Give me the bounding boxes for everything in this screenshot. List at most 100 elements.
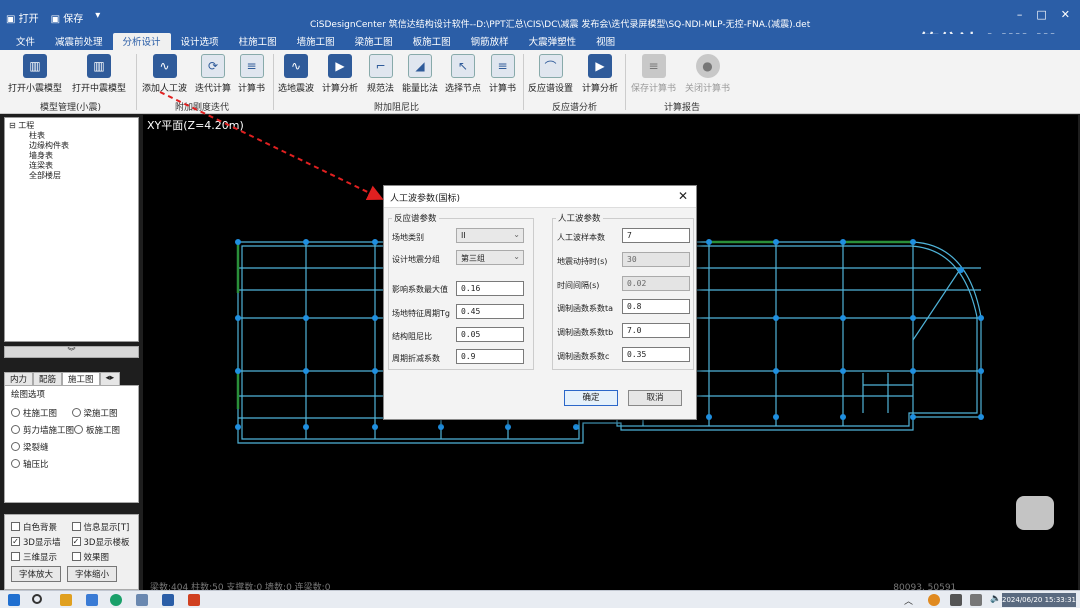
radio-beam-drawing[interactable]: 梁施工图 [71,407,133,419]
tab-rebar-layout[interactable]: 钢筋放样 [461,33,519,50]
tree-item[interactable]: 墙身表 [9,151,134,161]
sample-count-input[interactable]: 7 [622,228,690,243]
tab-internal-force[interactable]: 内力 [4,372,34,385]
compute-analysis-button-2[interactable]: ▶ 计算分析 [582,54,618,94]
tab-analysis-design[interactable]: 分析设计 [112,33,171,50]
tree-item[interactable]: 连梁表 [9,161,134,171]
file-explorer-icon[interactable] [60,594,72,606]
font-enlarge-button[interactable]: 字体放大 [11,566,62,582]
spectrum-settings-button[interactable]: ⌒ 反应谱设置 [528,54,573,94]
volume-icon[interactable]: 🔈 [990,594,1002,606]
checkbox-render[interactable]: 效果图 [71,551,133,563]
save-quick-button[interactable]: ▣ 保存 [51,10,84,25]
tab-file[interactable]: 文件 [6,33,45,50]
ribbon: ▥ 打开小震模型 ▥ 打开中震模型 模型管理(小震) ∿ 添加人工波 ⟳ 迭代计算 ≡ 计… [0,50,1080,114]
tray-app-icon[interactable] [928,594,940,606]
tab-view[interactable]: 视图 [586,33,625,50]
code-method-button[interactable]: ⌐ 规范法 [367,54,394,94]
tray-chevron-icon[interactable]: ︿ [904,594,916,607]
tree-item[interactable]: 柱表 [9,131,134,141]
edge-icon[interactable] [110,594,122,606]
checkbox-3d-view[interactable]: 三维显示 [11,551,72,563]
design-group-select[interactable]: 第三组 ⌄ [456,250,524,265]
alpha-max-label: 影响系数最大值 [392,285,448,294]
time-step-input[interactable]: 0.02 [622,276,690,291]
coef-ta-input[interactable]: 0.8 [622,299,690,314]
font-shrink-button[interactable]: 字体缩小 [67,566,118,582]
cisdesign-app-icon[interactable] [162,594,174,606]
cancel-button[interactable]: 取消 [628,390,682,406]
radio-axial-ratio[interactable]: 轴压比 [11,458,81,470]
tab-construction-drawing[interactable]: 施工图 [62,372,100,385]
tab-scroll-arrows[interactable]: ◂▸ [99,372,121,385]
site-category-select[interactable]: II ⌄ [456,228,524,243]
quick-access-dropdown-icon[interactable]: ▾ [95,10,100,25]
radio-slab-drawing[interactable]: 板施工图 [74,424,132,436]
tab-design-options[interactable]: 设计选项 [171,33,229,50]
coef-tb-label: 调制函数系数tb [557,328,614,337]
iterate-compute-button[interactable]: ⟳ 迭代计算 [195,54,231,94]
checkbox-info-display[interactable]: 信息显示[T] [71,521,133,533]
tab-reinforcement[interactable]: 配筋 [33,372,63,385]
clock[interactable]: 2024/06/20 15:33:31 [1002,593,1076,607]
mail-icon[interactable] [86,594,98,606]
dialog-close-icon[interactable]: ✕ [678,189,688,203]
close-icon[interactable]: ✕ [1061,8,1070,21]
ok-button[interactable]: 确定 [564,390,618,406]
coef-ta-label: 调制函数系数ta [557,304,614,313]
radio-column-drawing[interactable]: 柱施工图 [11,407,72,419]
radio-beam-crack[interactable]: 梁裂缝 [11,441,81,453]
ribbon-separator [136,54,137,110]
powerpoint-icon[interactable] [188,594,200,606]
duration-label: 地震动持时(s) [557,257,608,266]
radio-shearwall-drawing[interactable]: 剪力墙施工图 [11,424,74,436]
coef-tb-input[interactable]: 7.0 [622,323,690,338]
select-seismic-wave-button[interactable]: ∿ 选地震波 [278,54,314,94]
group-response-spectrum: 反应谱分析 [552,103,598,113]
windows-start-icon[interactable] [8,594,20,606]
tab-wall-drawing[interactable]: 墙施工图 [287,33,345,50]
building-icon: ▥ [23,54,47,78]
panel-collapse-toggle[interactable]: ︾ [4,346,139,358]
tg-input[interactable]: 0.45 [456,304,524,319]
damping-ratio-input[interactable]: 0.05 [456,327,524,342]
tree-item[interactable]: 全部楼层 [9,171,134,181]
duration-input[interactable]: 30 [622,252,690,267]
period-reduction-input[interactable]: 0.9 [456,349,524,364]
open-small-quake-model-button[interactable]: ▥ 打开小震模型 [8,54,62,94]
close-report-button[interactable]: ● 关闭计算书 [685,54,730,94]
tab-pre-damping[interactable]: 减震前处理 [45,33,113,50]
report-button-2[interactable]: ≡ 计算书 [489,54,516,94]
tab-column-drawing[interactable]: 柱施工图 [229,33,287,50]
tree-item[interactable]: 边缘构件表 [9,141,134,151]
tray-device-icon[interactable] [950,594,962,606]
play-icon: ▶ [328,54,352,78]
open-quick-button[interactable]: ▣ 打开 [6,10,39,25]
app-icon[interactable] [136,594,148,606]
open-mid-quake-model-button[interactable]: ▥ 打开中震模型 [72,54,126,94]
energy-ratio-button[interactable]: ◢ 能量比法 [402,54,438,94]
tab-slab-drawing[interactable]: 板施工图 [403,33,461,50]
compute-analysis-button-1[interactable]: ▶ 计算分析 [322,54,358,94]
tree-root[interactable]: ⊟ 工程 [9,121,134,131]
group-additional-damping: 附加阻尼比 [374,103,420,113]
play-icon: ▶ [588,54,612,78]
checkbox-white-bg[interactable]: 白色背景 [11,521,72,533]
tab-beam-drawing[interactable]: 梁施工图 [345,33,403,50]
alpha-max-input[interactable]: 0.16 [456,281,524,296]
group-report: 计算报告 [664,103,701,113]
dialog-titlebar: 人工波参数(国标) ✕ [384,186,696,208]
report-button-1[interactable]: ≡ 计算书 [238,54,265,94]
add-artificial-wave-button[interactable]: ∿ 添加人工波 [142,54,187,94]
minimize-icon[interactable]: – [1017,8,1023,21]
network-icon[interactable] [970,594,982,606]
search-icon[interactable] [32,594,42,604]
maximize-icon[interactable]: □ [1036,8,1046,21]
project-tree: ⊟ 工程 柱表 边缘构件表 墙身表 连梁表 全部楼层 [4,117,139,342]
checkbox-3d-slab[interactable]: ✓ 3D显示楼板 [71,536,133,548]
checkbox-3d-wall[interactable]: ✓ 3D显示墙 [11,536,72,548]
save-report-button[interactable]: ≡ 保存计算书 [631,54,676,94]
coef-c-input[interactable]: 0.35 [622,347,690,362]
select-node-button[interactable]: ↖ 选择节点 [445,54,481,94]
tab-elastoplastic[interactable]: 大震弹塑性 [519,33,587,50]
